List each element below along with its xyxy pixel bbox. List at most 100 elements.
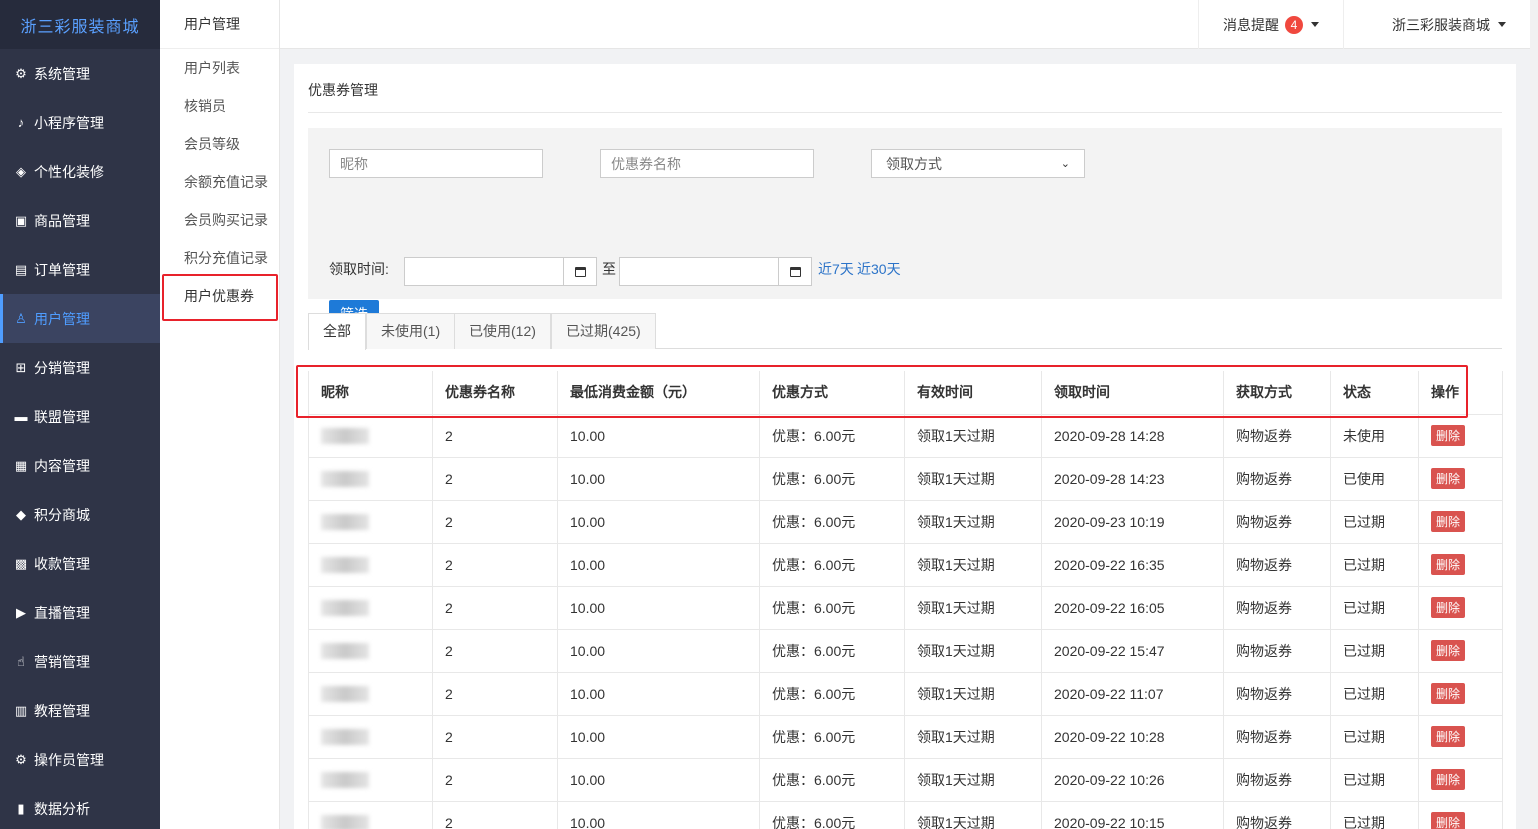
submenu-title: 用户管理 [160,0,279,49]
table-cell: 优惠：6.00元 [759,543,905,587]
table-cell: 10.00 [557,801,760,829]
table-cell: 2020-09-22 16:35 [1041,543,1224,587]
delete-button[interactable]: 删除 [1431,554,1466,575]
submenu-item-0[interactable]: 用户列表 [160,49,279,87]
cell-action: 删除 [1418,801,1503,829]
sidebar-item-3[interactable]: ▣ 商品管理 [0,196,160,245]
message-count-badge: 4 [1285,15,1303,34]
delete-button[interactable]: 删除 [1431,769,1466,790]
sidebar-item-13[interactable]: ▥ 教程管理 [0,686,160,735]
sidebar-item-label: 收款管理 [34,555,90,572]
submenu: 用户管理 用户列表 核销员 会员等级 余额充值记录 会员购买记录 积分充值记录 用户优惠券 [160,0,280,829]
table-cell: 2020-09-28 14:28 [1041,414,1224,458]
cube-icon: ◆ [16,506,26,522]
table-cell: 10.00 [557,457,760,501]
table-row: 2 10.00 优惠：6.00元 领取1天过期 2020-09-22 16:05 购物返券… [308,586,1503,630]
delete-button[interactable]: 删除 [1431,597,1466,618]
tab-all[interactable]: 全部 [308,313,366,350]
submenu-item-4[interactable]: 会员购买记录 [160,201,279,239]
table-cell: 优惠：6.00元 [759,414,905,458]
table-cell: 领取1天过期 [904,586,1042,630]
delete-button[interactable]: 删除 [1431,726,1466,747]
table-cell: 领取1天过期 [904,414,1042,458]
sidebar-item-4[interactable]: ▤ 订单管理 [0,245,160,294]
blurred-avatar [321,729,369,746]
sidebar-item-12[interactable]: ☝ 营销管理 [0,637,160,686]
coupon-table: 昵称 优惠券名称 最低消费金额（元） 优惠方式 有效时间 领取时间 获取方式 状… [308,371,1503,829]
end-date-input[interactable] [619,257,779,286]
table-cell: 10.00 [557,758,760,802]
start-date-input[interactable] [404,257,564,286]
cell-action: 删除 [1418,500,1503,544]
cell-action: 删除 [1418,715,1503,759]
message-notification[interactable]: 消息提醒 4 [1198,0,1344,49]
col-nickname: 昵称 [308,371,433,415]
submenu-item-1[interactable]: 核销员 [160,87,279,125]
delete-button[interactable]: 删除 [1431,511,1466,532]
delete-button[interactable]: 删除 [1431,683,1466,704]
last-30-days-link[interactable]: 近30天 [857,259,901,279]
submenu-item-6[interactable]: 用户优惠券 [160,277,279,315]
tab-unused[interactable]: 未使用(1) [366,313,456,349]
submenu-item-5[interactable]: 积分充值记录 [160,239,279,277]
tiktok-icon: ♪ [17,115,25,130]
sidebar-item-1[interactable]: ♪ 小程序管理 [0,98,160,147]
blurred-avatar [321,815,369,829]
sidebar-item-14[interactable]: ⚙ 操作员管理 [0,735,160,784]
sidebar-item-6[interactable]: ⊞ 分销管理 [0,343,160,392]
table-cell: 2020-09-22 16:05 [1041,586,1224,630]
table-cell: 优惠：6.00元 [759,457,905,501]
sidebar-item-5[interactable]: ♙ 用户管理 [0,294,160,343]
table-cell: 2020-09-22 11:07 [1041,672,1224,716]
end-calendar-button[interactable] [778,257,812,286]
message-label: 消息提醒 [1223,16,1279,33]
table-cell: 2 [432,543,558,587]
cell-nickname [308,500,433,544]
blurred-avatar [321,514,369,531]
col-coupon-name: 优惠券名称 [432,371,558,415]
bar-chart-icon: ▮ [17,800,25,816]
sidebar-item-label: 商品管理 [34,212,90,229]
submenu-item-3[interactable]: 余额充值记录 [160,163,279,201]
tab-expired[interactable]: 已过期(425) [551,313,656,349]
table-cell: 2 [432,715,558,759]
sidebar-item-10[interactable]: ▩ 收款管理 [0,539,160,588]
shop-dropdown[interactable]: 浙三彩服装商城 [1392,0,1506,49]
table-cell: 购物返券 [1223,801,1331,829]
blurred-avatar [321,600,369,617]
tab-used[interactable]: 已使用(12) [454,313,551,349]
delete-button[interactable]: 删除 [1431,425,1466,446]
nickname-input[interactable] [329,149,543,178]
cell-nickname [308,414,433,458]
table-cell: 已过期 [1330,543,1419,587]
sidebar-item-8[interactable]: ▦ 内容管理 [0,441,160,490]
cell-nickname [308,758,433,802]
delete-button[interactable]: 删除 [1431,640,1466,661]
blurred-avatar [321,471,369,488]
table-row: 2 10.00 优惠：6.00元 领取1天过期 2020-09-22 10:15 购物返券… [308,801,1503,829]
sidebar-item-0[interactable]: ⚙ 系统管理 [0,49,160,98]
table-row: 2 10.00 优惠：6.00元 领取1天过期 2020-09-28 14:28 购物返券… [308,414,1503,458]
cell-nickname [308,801,433,829]
delete-button[interactable]: 删除 [1431,812,1466,829]
table-cell: 2020-09-23 10:19 [1041,500,1224,544]
page-scrollbar[interactable] [1530,0,1538,829]
coupon-name-input[interactable] [600,149,814,178]
table-cell: 2020-09-22 10:15 [1041,801,1224,829]
submenu-item-2[interactable]: 会员等级 [160,125,279,163]
caret-down-icon [1311,22,1319,27]
sidebar-item-2[interactable]: ◈ 个性化装修 [0,147,160,196]
sidebar-item-7[interactable]: ▬ 联盟管理 [0,392,160,441]
book-icon: ▥ [14,702,28,718]
sidebar-item-9[interactable]: ◆ 积分商城 [0,490,160,539]
sidebar-item-15[interactable]: ▮ 数据分析 [0,784,160,829]
delete-button[interactable]: 删除 [1431,468,1466,489]
col-min-spend: 最低消费金额（元） [557,371,760,415]
cell-nickname [308,543,433,587]
brand-title[interactable]: 浙三彩服装商城 [0,0,160,49]
table-cell: 购物返券 [1223,586,1331,630]
start-calendar-button[interactable] [563,257,597,286]
last-7-days-link[interactable]: 近7天 [818,259,854,279]
method-select[interactable]: 领取方式 ⌄ [871,149,1085,178]
sidebar-item-11[interactable]: ▶ 直播管理 [0,588,160,637]
